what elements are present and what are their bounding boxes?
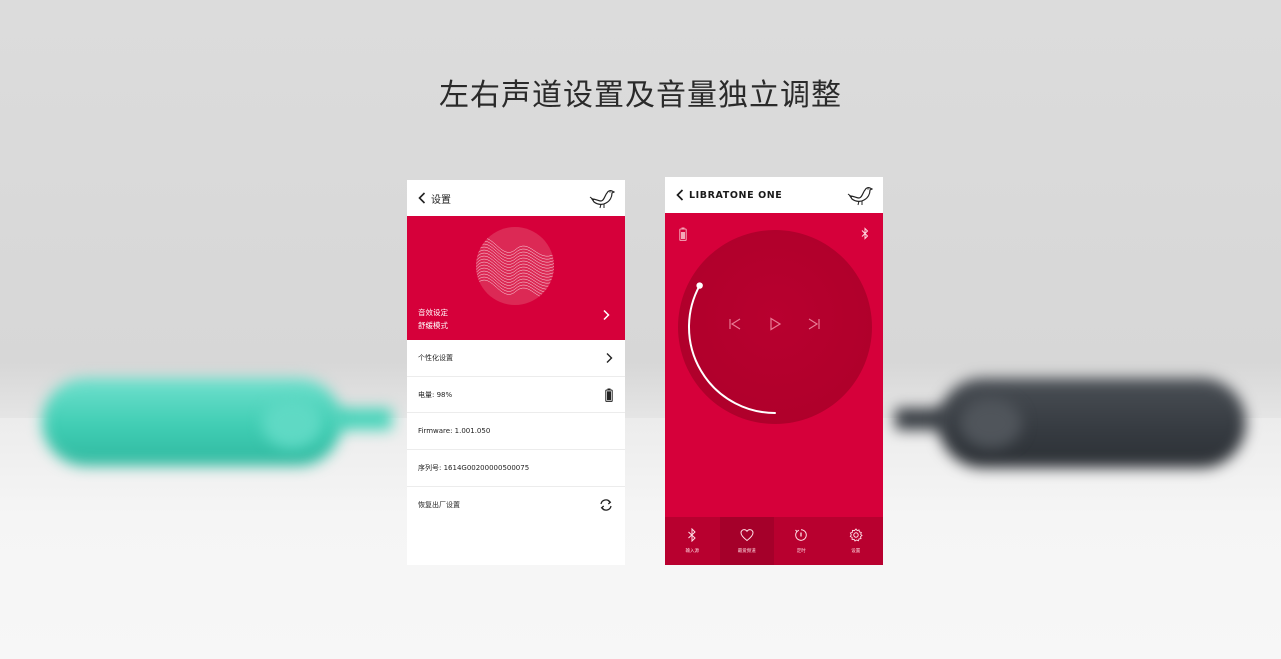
nav-label: 设置 xyxy=(851,549,861,554)
device-title: LIBRATONE ONE xyxy=(689,189,783,201)
sound-profile-title: 音效设定 xyxy=(418,308,448,317)
nav-item-timer[interactable]: 定时 xyxy=(774,517,829,565)
row-label: 恢复出厂设置 xyxy=(418,501,460,510)
bird-logo-icon xyxy=(589,190,615,209)
settings-row-serial: 序列号: 1614G00200000500075 xyxy=(407,450,625,487)
sound-profile-label: 音效设定 舒缓模式 xyxy=(418,306,448,332)
nav-label: 最爱频道 xyxy=(737,549,756,554)
battery-icon xyxy=(605,388,613,402)
next-track-icon[interactable] xyxy=(807,317,821,331)
back-chevron-icon[interactable] xyxy=(673,188,687,202)
page-title: 设置 xyxy=(431,194,451,206)
headline: 左右声道设置及音量独立调整 xyxy=(439,78,842,113)
settings-row-factory-reset[interactable]: 恢复出厂设置 xyxy=(407,487,625,524)
previous-track-icon[interactable] xyxy=(728,317,742,331)
timer-icon xyxy=(795,529,807,541)
sound-wave-sphere-icon xyxy=(476,227,554,305)
speaker-teal-knob xyxy=(262,398,322,448)
speaker-dark-knob xyxy=(960,398,1022,448)
settings-topbar: 设置 xyxy=(407,180,625,216)
gear-icon xyxy=(849,528,863,542)
sound-profile-card[interactable]: 音效设定 舒缓模式 xyxy=(407,216,625,340)
row-label: Firmware: 1.001.050 xyxy=(418,427,491,436)
nav-item-input-source[interactable]: 输入源 xyxy=(665,517,720,565)
heart-icon xyxy=(740,529,754,542)
nav-label: 输入源 xyxy=(685,549,700,554)
nav-label: 定时 xyxy=(796,549,806,554)
bird-logo-icon xyxy=(847,187,873,206)
settings-row-battery: 电量: 98% xyxy=(407,377,625,414)
bluetooth-icon xyxy=(688,528,696,542)
chevron-right-icon[interactable] xyxy=(601,309,611,321)
player-topbar: LIBRATONE ONE xyxy=(665,177,883,213)
row-label: 电量: 98% xyxy=(418,390,453,399)
nav-item-favorites[interactable]: 最爱频道 xyxy=(719,517,774,565)
sound-profile-mode: 舒缓模式 xyxy=(418,321,448,330)
player-main xyxy=(665,213,883,517)
settings-row-personalize[interactable]: 个性化设置 xyxy=(407,340,625,377)
chevron-right-icon[interactable] xyxy=(605,352,613,363)
player-screen: LIBRATONE ONE 输入源 最爱频道 定时 设置 xyxy=(665,177,883,565)
refresh-icon[interactable] xyxy=(599,498,613,512)
row-label: 个性化设置 xyxy=(418,353,453,362)
row-label: 序列号: 1614G00200000500075 xyxy=(418,463,530,472)
back-chevron-icon[interactable] xyxy=(415,191,429,205)
nav-item-settings[interactable]: 设置 xyxy=(829,517,884,565)
settings-row-firmware: Firmware: 1.001.050 xyxy=(407,413,625,451)
settings-screen: 设置 音效设定 舒缓模式 个性化设置 电量: 98% Firmware: 1.0… xyxy=(407,180,625,565)
bottom-nav: 输入源 最爱频道 定时 设置 xyxy=(665,517,883,565)
play-icon[interactable] xyxy=(768,317,782,331)
